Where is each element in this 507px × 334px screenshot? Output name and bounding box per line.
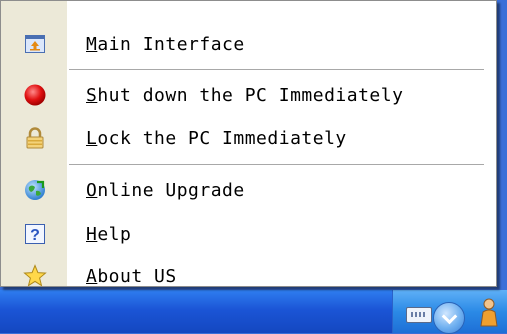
menu-item-online-upgrade[interactable]: Online Upgrade [1, 169, 496, 211]
red-circle-icon [23, 83, 47, 107]
help-icon: ? [23, 222, 47, 246]
star-icon [23, 264, 47, 288]
app-window-icon [23, 32, 47, 56]
globe-icon [23, 178, 47, 202]
menu-item-label: Main Interface [86, 33, 245, 55]
menu-item-label: Online Upgrade [86, 179, 245, 201]
menu-item-label: Lock the PC Immediately [86, 127, 347, 149]
menu-item-label: Help [86, 223, 132, 245]
menu-item-help[interactable]: ? Help [1, 213, 496, 255]
tray-app-icon[interactable] [433, 302, 465, 334]
menu-item-about-us[interactable]: About US [1, 255, 496, 297]
user-icon[interactable] [478, 296, 500, 328]
lock-icon [23, 126, 47, 150]
menu-separator [69, 69, 484, 71]
menu-item-label: Shut down the PC Immediately [86, 84, 404, 106]
tray-context-menu: Main Interface Shut down the PC Immediat… [0, 0, 497, 287]
menu-item-lock[interactable]: Lock the PC Immediately [1, 117, 496, 159]
menu-item-main-interface[interactable]: Main Interface [1, 23, 496, 65]
keyboard-icon[interactable] [406, 307, 432, 323]
menu-separator [69, 164, 484, 166]
svg-text:?: ? [30, 227, 40, 244]
menu-item-shutdown[interactable]: Shut down the PC Immediately [1, 74, 496, 116]
menu-item-label: About US [86, 265, 177, 287]
